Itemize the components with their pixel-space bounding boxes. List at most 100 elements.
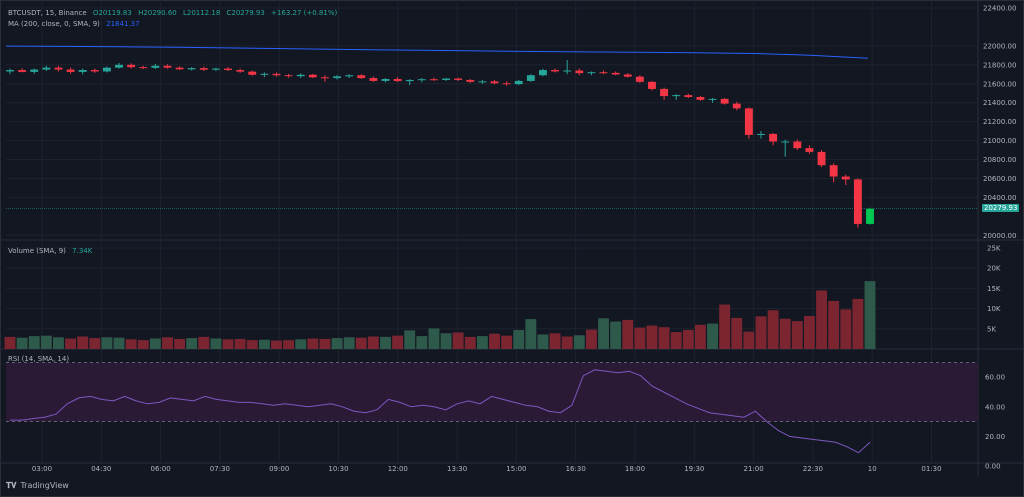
volume-bar [331,338,343,349]
volume-bar [610,321,622,349]
time-tick-label: 19:30 [684,465,704,473]
volume-bar [537,334,549,349]
candle-body [599,72,608,74]
candle-body [308,74,317,78]
price-tick-label: 21600.00 [983,80,1016,88]
volume-bar [682,330,694,349]
candle-body [478,81,487,83]
volume-bar [222,339,234,349]
volume-bar [186,338,198,349]
volume-bar [779,318,791,349]
candle-body [793,141,802,149]
time-tick-label: 12:00 [388,465,408,473]
time-tick-label: 04:30 [91,465,111,473]
candle-body [199,68,208,70]
candle-body [357,75,366,79]
candle-body [381,79,390,81]
volume-bar [89,338,101,349]
candle-body [272,73,281,76]
volume-bar [258,339,270,349]
price-tick-label: 20800.00 [983,156,1016,164]
close-value: C20279.93 [226,9,265,17]
candle-body [551,70,560,72]
ma-legend[interactable]: MA (200, close, 0, SMA, 9) 21841.37 [8,20,144,28]
price-tick-label: 20600.00 [983,175,1016,183]
time-tick-label: 10:30 [328,465,348,473]
candle-body [660,88,669,97]
volume-bar [646,325,658,349]
time-tick-label: 09:00 [269,465,289,473]
time-tick-label: 18:00 [625,465,645,473]
volume-bar [573,335,585,349]
tradingview-logo[interactable]: 𝐓𝐕 TradingView [6,481,69,491]
volume-bar [513,330,525,349]
candle-body [187,68,196,70]
volume-bar [234,338,246,349]
change-value: +163.27 (+0.81%) [271,9,338,17]
time-tick-label: 22:30 [803,465,823,473]
candle-body [454,78,463,80]
candle-body [236,70,245,72]
volume-bar [440,333,452,349]
candle-body [442,78,450,80]
price-tick-label: 21200.00 [983,118,1016,126]
tv-logo-icon: 𝐓𝐕 [6,481,17,490]
candle-body [563,70,572,72]
volume-bar [40,335,52,349]
time-tick-label: 07:30 [210,465,230,473]
time-tick-label: 15:00 [506,465,526,473]
candle-body [18,70,27,72]
candle-body [224,68,232,71]
rsi-band [6,362,978,422]
rsi-legend[interactable]: RSI (14, SMA, 14) [8,355,73,363]
candle-body [829,165,838,177]
candle-body [78,70,87,72]
time-tick-label: 10 [868,465,877,473]
candle-body [769,133,778,142]
volume-bar [271,340,282,349]
volume-tick-label: 25K [987,245,1001,253]
candle-body [744,108,753,135]
ma-line [5,45,869,59]
volume-tick-label: 5K [987,325,996,333]
candle-body [841,176,850,180]
candle-body [587,72,596,74]
volume-bar [149,338,161,349]
candle-body [853,179,862,224]
candle-body [6,70,14,72]
brand-label: TradingView [20,481,69,490]
candle-body [102,67,111,72]
volume-bar [864,281,876,349]
volume-bar [367,336,379,349]
volume-bar [125,339,137,349]
candle-body [635,76,644,82]
volume-tick-label: 20K [987,265,1001,273]
volume-bar [16,337,28,349]
candle-body [417,79,426,81]
candle-body [405,79,414,82]
volume-bar [464,336,476,349]
volume-legend[interactable]: Volume (SMA, 9) 7.34K [8,247,96,255]
volume-tick-label: 15K [987,285,1001,293]
low-value: L20112.18 [182,9,221,17]
volume-tick-label: 10K [987,305,1001,313]
rsi-tick-label: 0.00 [985,463,1001,471]
ma-label: MA (200, close, 0, SMA, 9) [8,20,100,28]
volume-bar [404,330,416,349]
time-tick-label: 21:00 [744,465,764,473]
candle-body [490,81,499,84]
volume-bar [53,337,64,349]
candle-body [42,67,51,70]
candle-body [151,65,160,68]
chart-canvas[interactable]: 03:00 04:30 06:00 07:30 09:00 10:30 12:00 13:30… [0,0,1024,497]
time-tick-label: 16:30 [566,465,586,473]
volume-bar [452,332,464,349]
candle-body [30,69,39,72]
symbol-legend[interactable]: BTCUSDT, 15, Binance O20119.83 H20290.60… [8,9,341,17]
candle-body [866,208,874,224]
candle-body [684,95,693,98]
candle-body [369,78,378,81]
volume-bar [767,310,779,349]
volume-bar [585,329,597,349]
volume-bar [28,336,40,349]
